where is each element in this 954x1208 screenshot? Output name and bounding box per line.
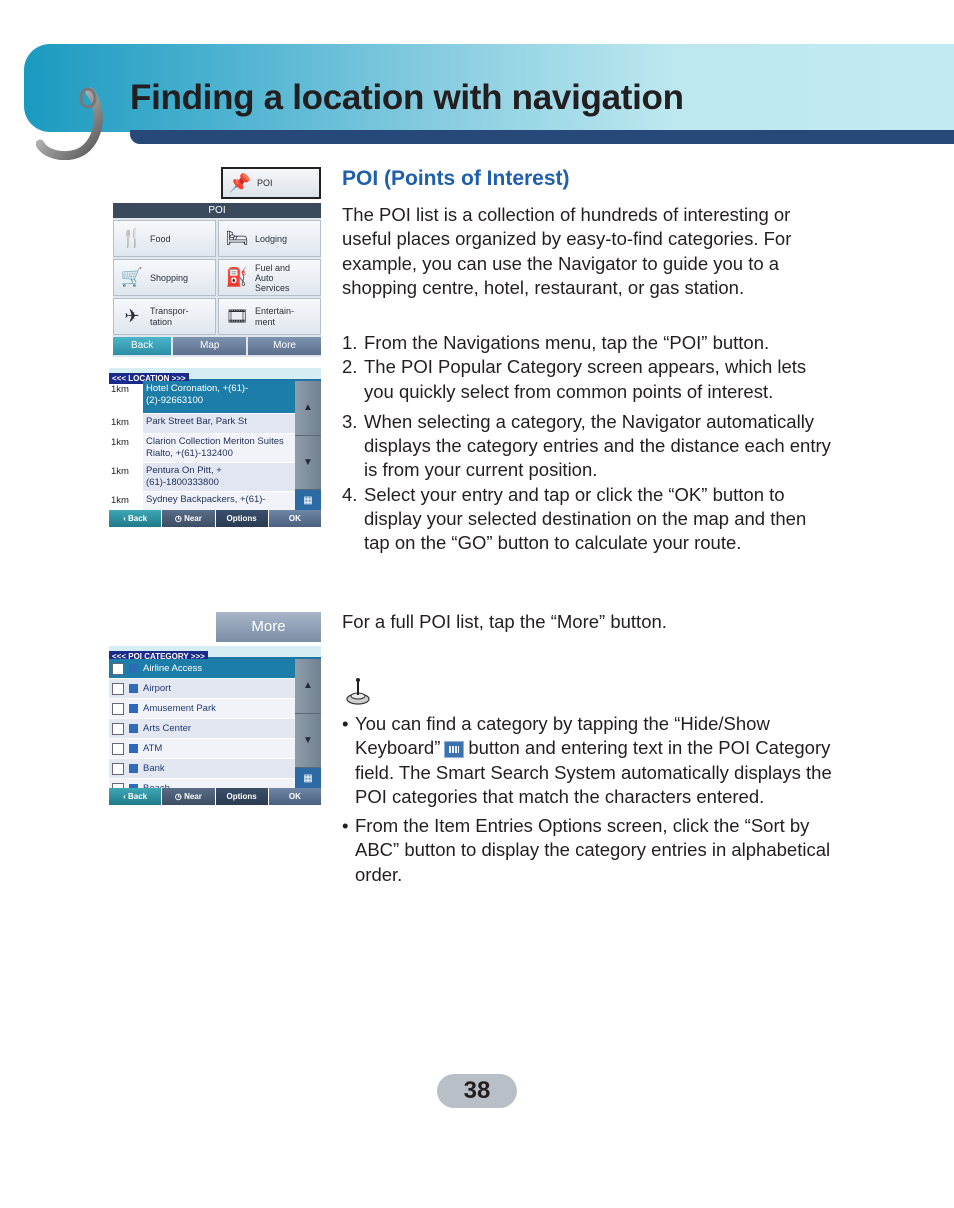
location-near-button: ◷ Near [162, 510, 215, 527]
category-row: Amusement Park [109, 699, 295, 719]
binder-ring-icon [36, 87, 103, 160]
checkbox [112, 762, 124, 775]
keyboard-icon: ▦ [295, 768, 321, 788]
step-item: 1. From the Navigations menu, tap the “PO… [342, 332, 770, 353]
poi-back-button: Back [113, 337, 172, 355]
category-list-screenshot: <<< POI CATEGORY >>> Airline Access Airp… [109, 646, 321, 805]
poi-map-button: Map [173, 337, 247, 355]
checkbox [112, 742, 124, 755]
page-number: 38 [437, 1074, 517, 1108]
location-back-button: ‹ Back [109, 510, 162, 527]
more-button-screenshot: More [216, 612, 321, 642]
pushpin-star-icon: 📌 [228, 172, 252, 193]
location-row: 1km Pentura On Pitt, +(61)-1800333800 [109, 463, 295, 492]
poi-menu-title: POI [113, 203, 321, 218]
joystick-note-icon [346, 678, 370, 705]
scroll-up-icon: ▲ [295, 659, 321, 714]
checkbox [112, 702, 124, 715]
location-scrollbar: ▲ ▼ ▦ [295, 381, 321, 510]
category-row: Bank [109, 759, 295, 779]
step-item: 4. Select your entry and tap or click the… [342, 483, 807, 554]
location-options-button: Options [215, 510, 268, 527]
poi-category-transportation: ✈ Transpor-tation [113, 298, 216, 335]
step-item: 3. When selecting a category, the Navigat… [342, 410, 831, 481]
header-underline [130, 130, 954, 144]
category-near-button: ◷ Near [162, 788, 215, 805]
category-options-button: Options [215, 788, 268, 805]
clock-icon: ◷ [174, 514, 185, 523]
intro-paragraph: The POI list is a collection of hundreds… [342, 204, 792, 298]
poi-category-shopping: 🛒 Shopping [113, 259, 216, 296]
category-row: Airport [109, 679, 295, 699]
category-icon [129, 664, 138, 673]
category-icon [129, 684, 138, 693]
category-row: Airline Access [109, 659, 295, 679]
checkbox [112, 662, 124, 675]
location-row: 1km Clarion Collection Meriton Suites Ria… [109, 434, 295, 463]
poi-category-fuel: ⛽ Fuel and Auto Services [218, 259, 321, 296]
poi-more-button: More [248, 337, 321, 355]
poi-button-screenshot: 📌 POI [221, 167, 321, 199]
film-reel-icon: 🎞 [225, 306, 249, 326]
steps-list: 1. From the Navigations menu, tap the “PO… [342, 331, 832, 556]
shopping-cart-icon: 🛒 [120, 267, 144, 287]
category-back-button: ‹ Back [109, 788, 162, 805]
poi-category-entertainment: 🎞 Entertain-ment [218, 298, 321, 335]
location-row: 1km Hotel Coronation, +(61)-(2)-92663100 [109, 381, 295, 414]
category-ok-button: OK [268, 788, 321, 805]
step-item: 2. The POI Popular Category screen appear… [342, 356, 807, 402]
location-row: 1km Park Street Bar, Park St [109, 414, 295, 434]
scroll-down-icon: ▼ [295, 713, 321, 768]
clock-icon: ◷ [174, 792, 185, 801]
page-title: Finding a location with navigation [130, 78, 684, 117]
checkbox [112, 682, 124, 695]
location-list-screenshot: <<< LOCATION >>> 1km Hotel Coronation, +(… [109, 368, 321, 527]
tip-item: • You can find a category by tapping the… [342, 713, 832, 807]
category-scrollbar: ▲ ▼ ▦ [295, 659, 321, 788]
category-icon [129, 764, 138, 773]
poi-category-lodging: 🛏 Lodging [218, 220, 321, 257]
scroll-down-icon: ▼ [295, 435, 321, 490]
tips-list: • You can find a category by tapping the… [342, 712, 832, 892]
airplane-icon: ✈ [124, 306, 140, 326]
more-note: For a full POI list, tap the “More” butt… [342, 611, 667, 632]
category-row: Beach [109, 779, 295, 788]
category-icon [129, 744, 138, 753]
category-icon [129, 704, 138, 713]
tip-item: • From the Item Entries Options screen, … [342, 815, 831, 885]
bed-icon: 🛏 [225, 228, 249, 248]
location-ok-button: OK [268, 510, 321, 527]
section-title: POI (Points of Interest) [342, 167, 570, 190]
poi-category-food: 🍴 Food [113, 220, 216, 257]
poi-menu-screenshot: POI 🍴 Food 🛏 Lodging 🛒 Shopping ⛽ Fuel and A… [113, 203, 321, 357]
fuel-pump-icon: ⛽ [225, 267, 249, 287]
poi-button-label: POI [257, 178, 273, 188]
keyboard-icon [444, 740, 465, 758]
category-row: Arts Center [109, 719, 295, 739]
scroll-up-icon: ▲ [295, 381, 321, 436]
keyboard-icon: ▦ [295, 490, 321, 510]
location-row: 1km Sydney Backpackers, +(61)- [109, 492, 295, 510]
category-icon [129, 724, 138, 733]
fork-knife-icon: 🍴 [120, 228, 144, 248]
checkbox [112, 722, 124, 735]
category-row: ATM [109, 739, 295, 759]
